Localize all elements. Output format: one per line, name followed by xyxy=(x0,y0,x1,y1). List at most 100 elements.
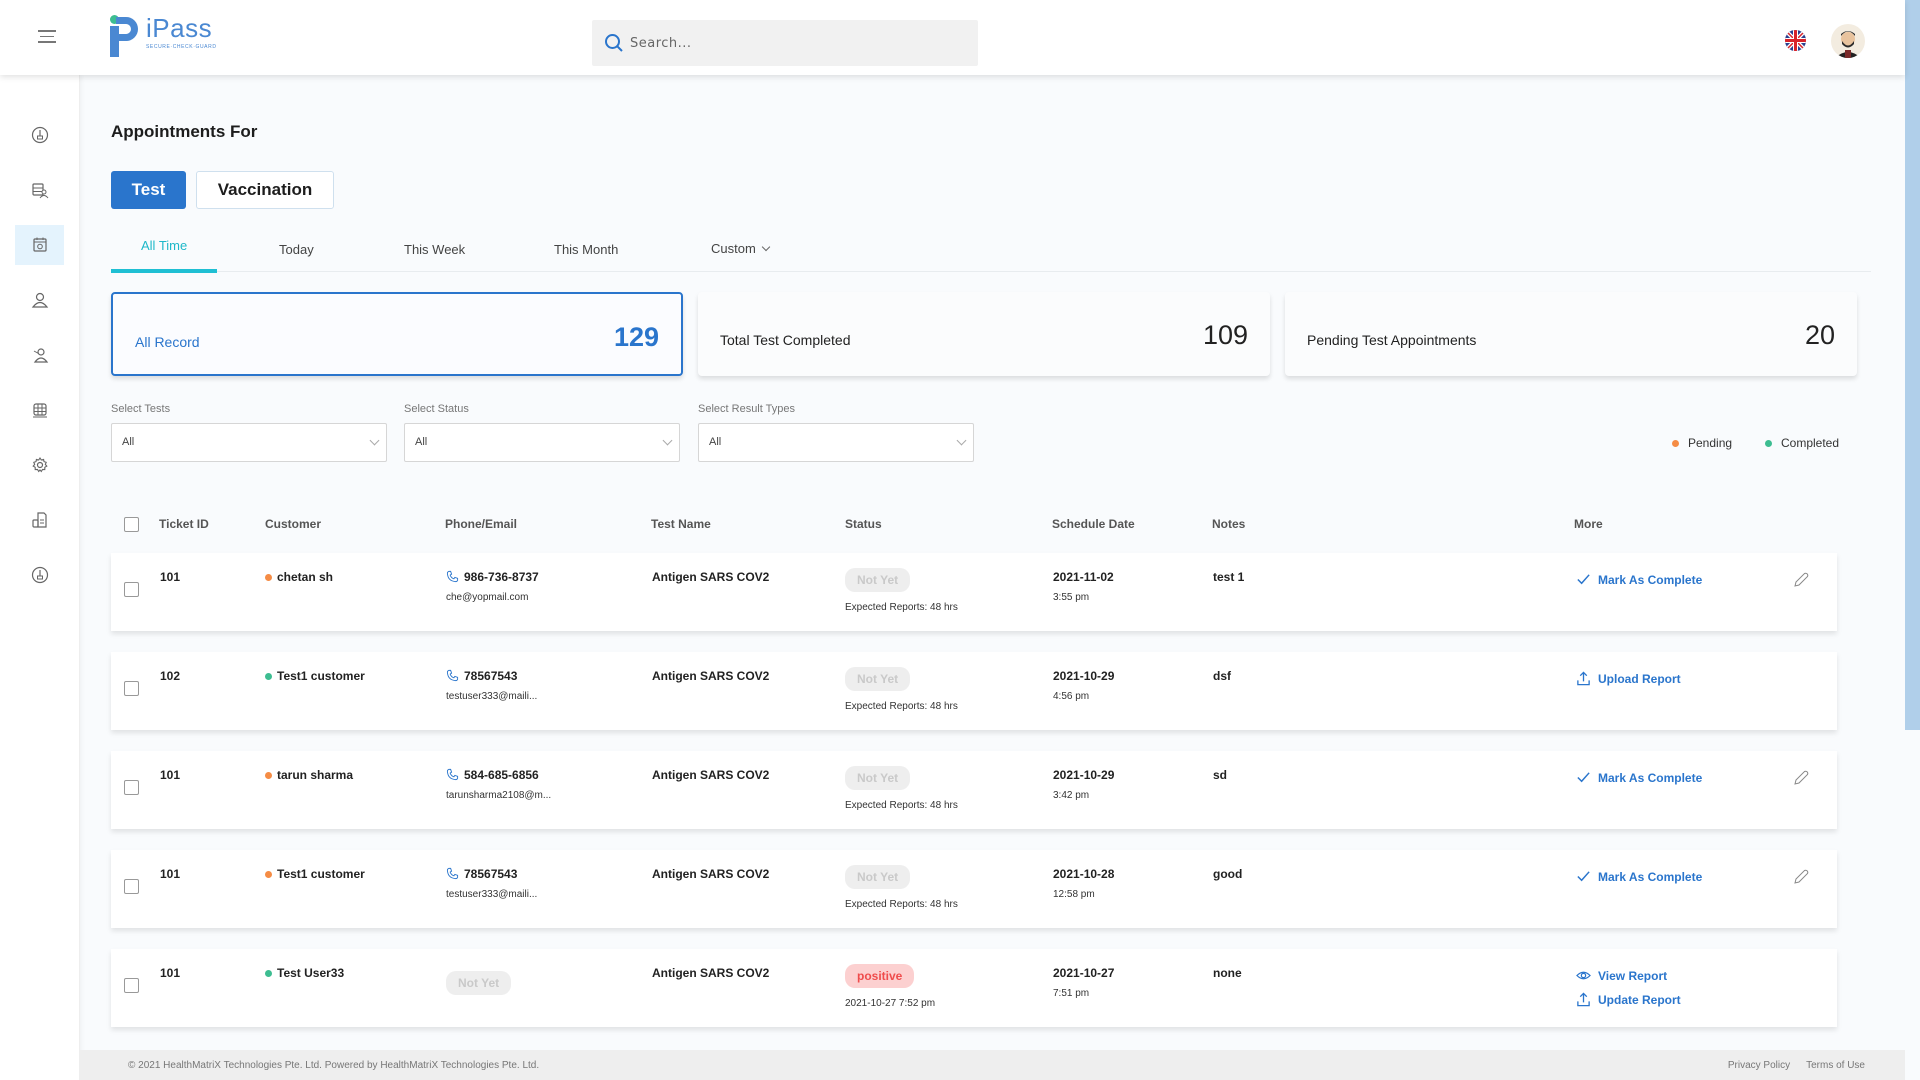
edit-pencil-icon[interactable] xyxy=(1793,770,1809,786)
action-label: View Report xyxy=(1598,968,1668,983)
completed-dot-icon xyxy=(265,970,272,977)
app-logo[interactable]: iPass SECURE·CHECK·GUARD xyxy=(108,14,217,58)
select-result-types-dropdown[interactable]: All xyxy=(698,423,974,462)
mark-as-complete-button[interactable]: Mark As Complete xyxy=(1576,572,1702,587)
row-checkbox[interactable] xyxy=(124,978,139,993)
select-tests-dropdown[interactable]: All xyxy=(111,423,387,462)
row-checkbox[interactable] xyxy=(124,681,139,696)
schedule-date: 2021-10-28 xyxy=(1053,867,1115,881)
terms-of-use-link[interactable]: Terms of Use xyxy=(1806,1060,1865,1071)
column-header-customer[interactable]: Customer xyxy=(265,517,321,531)
table-row[interactable]: 101 Test1 customer 78567543 testuser333@… xyxy=(111,850,1837,928)
email: testuser333@maili... xyxy=(446,889,538,900)
row-checkbox[interactable] xyxy=(124,582,139,597)
checkmark-icon xyxy=(1577,772,1590,783)
stat-card-pending[interactable]: Pending Test Appointments 20 xyxy=(1285,292,1857,376)
status-cell: Not Yet xyxy=(845,766,911,790)
status-subtext: Expected Reports: 48 hrs xyxy=(845,800,958,811)
edit-pencil-icon[interactable] xyxy=(1793,572,1809,588)
row-checkbox[interactable] xyxy=(124,780,139,795)
dashboard-icon xyxy=(31,566,48,584)
menu-toggle-icon[interactable] xyxy=(38,30,56,44)
tab-all-time[interactable]: All Time xyxy=(141,238,187,253)
sidebar-item-documents[interactable] xyxy=(15,500,64,540)
notes: dsf xyxy=(1213,669,1231,683)
tab-this-month[interactable]: This Month xyxy=(554,242,618,257)
upload-report-button[interactable]: Upload Report xyxy=(1576,671,1681,686)
action-label: Update Report xyxy=(1598,992,1681,1007)
stat-card-all-record[interactable]: All Record 129 xyxy=(111,292,683,376)
status-badge: Not Yet xyxy=(845,766,911,790)
search-bar xyxy=(592,20,978,66)
vaccination-segment-button[interactable]: Vaccination xyxy=(196,171,334,209)
ticket-id: 102 xyxy=(160,669,181,683)
phone-number[interactable]: 584-685-6856 xyxy=(446,768,539,782)
column-header-notes[interactable]: Notes xyxy=(1212,517,1245,531)
contact-status-badge: Not Yet xyxy=(446,971,512,995)
notes: none xyxy=(1213,966,1242,980)
phone-label: 78567543 xyxy=(464,867,518,881)
phone-number[interactable]: 78567543 xyxy=(446,669,517,683)
phone-number[interactable]: 986-736-8737 xyxy=(446,570,539,584)
search-input[interactable] xyxy=(630,35,960,51)
status-cell: positive xyxy=(845,964,915,988)
sidebar-item-dashboard[interactable] xyxy=(15,115,64,155)
edit-pencil-icon[interactable] xyxy=(1793,869,1809,885)
stat-card-total-completed[interactable]: Total Test Completed 109 xyxy=(698,292,1270,376)
test-segment-button[interactable]: Test xyxy=(111,171,186,209)
email: che@yopmail.com xyxy=(446,592,529,603)
sidebar-item-appointments[interactable] xyxy=(15,225,64,265)
select-status-dropdown[interactable]: All xyxy=(404,423,680,462)
language-flag-icon[interactable] xyxy=(1785,30,1806,51)
ticket-id: 101 xyxy=(160,570,181,584)
status-subtext: Expected Reports: 48 hrs xyxy=(845,899,958,910)
table-row[interactable]: 101 Test User33 Not Yet Antigen SARS COV… xyxy=(111,949,1837,1027)
sidebar-item-user-search[interactable] xyxy=(15,335,64,375)
privacy-policy-link[interactable]: Privacy Policy xyxy=(1728,1060,1790,1071)
column-header-phone-email[interactable]: Phone/Email xyxy=(445,517,517,531)
customer-label: Test1 customer xyxy=(277,669,365,683)
table-row[interactable]: 101 chetan sh 986-736-8737 che@yopmail.c… xyxy=(111,553,1837,631)
update-report-button[interactable]: Update Report xyxy=(1576,992,1681,1007)
customer-label: chetan sh xyxy=(277,570,334,584)
top-header: iPass SECURE·CHECK·GUARD xyxy=(0,0,1905,75)
time-range-tabs: All Time Today This Week This Month Cust… xyxy=(111,232,1871,273)
column-header-schedule-date[interactable]: Schedule Date xyxy=(1052,517,1135,531)
column-header-test-name[interactable]: Test Name xyxy=(651,517,711,531)
status-subtext: Expected Reports: 48 hrs xyxy=(845,602,958,613)
mark-as-complete-button[interactable]: Mark As Complete xyxy=(1576,770,1702,785)
tab-custom[interactable]: Custom xyxy=(711,241,771,256)
phone-label: 986-736-8737 xyxy=(464,570,539,584)
sidebar-item-dashboard-2[interactable] xyxy=(15,555,64,595)
row-checkbox[interactable] xyxy=(124,879,139,894)
select-all-checkbox[interactable] xyxy=(124,517,139,532)
status-subtext: Expected Reports: 48 hrs xyxy=(845,701,958,712)
table-row[interactable]: 102 Test1 customer 78567543 testuser333@… xyxy=(111,652,1837,730)
sidebar-item-users[interactable] xyxy=(15,280,64,320)
user-search-icon xyxy=(33,348,48,363)
user-avatar[interactable] xyxy=(1831,24,1865,58)
column-header-status[interactable]: Status xyxy=(845,517,882,531)
pending-dot-icon xyxy=(265,772,272,779)
view-report-button[interactable]: View Report xyxy=(1576,968,1667,983)
table-row[interactable]: 101 tarun sharma 584-685-6856 tarunsharm… xyxy=(111,751,1837,829)
upload-icon xyxy=(1577,992,1590,1007)
sidebar-item-reports[interactable] xyxy=(15,390,64,430)
sidebar-item-database-users[interactable] xyxy=(15,170,64,210)
tab-this-week[interactable]: This Week xyxy=(404,242,465,257)
column-header-ticket-id[interactable]: Ticket ID xyxy=(159,517,209,531)
sidebar-item-settings[interactable] xyxy=(15,445,64,485)
page-scrollbar[interactable] xyxy=(1905,0,1920,730)
upload-icon xyxy=(1577,671,1590,686)
customer-name: Test1 customer xyxy=(265,669,365,683)
schedule-time: 12:58 pm xyxy=(1053,889,1095,900)
legend-pending: Pending xyxy=(1672,436,1732,450)
phone-number[interactable]: 78567543 xyxy=(446,867,517,881)
chevron-down-icon xyxy=(369,435,380,446)
tab-today[interactable]: Today xyxy=(279,242,314,257)
chevron-down-icon xyxy=(956,435,967,446)
action-label: Upload Report xyxy=(1598,671,1681,686)
ticket-id: 101 xyxy=(160,966,181,980)
pending-dot-icon xyxy=(265,574,272,581)
mark-as-complete-button[interactable]: Mark As Complete xyxy=(1576,869,1702,884)
